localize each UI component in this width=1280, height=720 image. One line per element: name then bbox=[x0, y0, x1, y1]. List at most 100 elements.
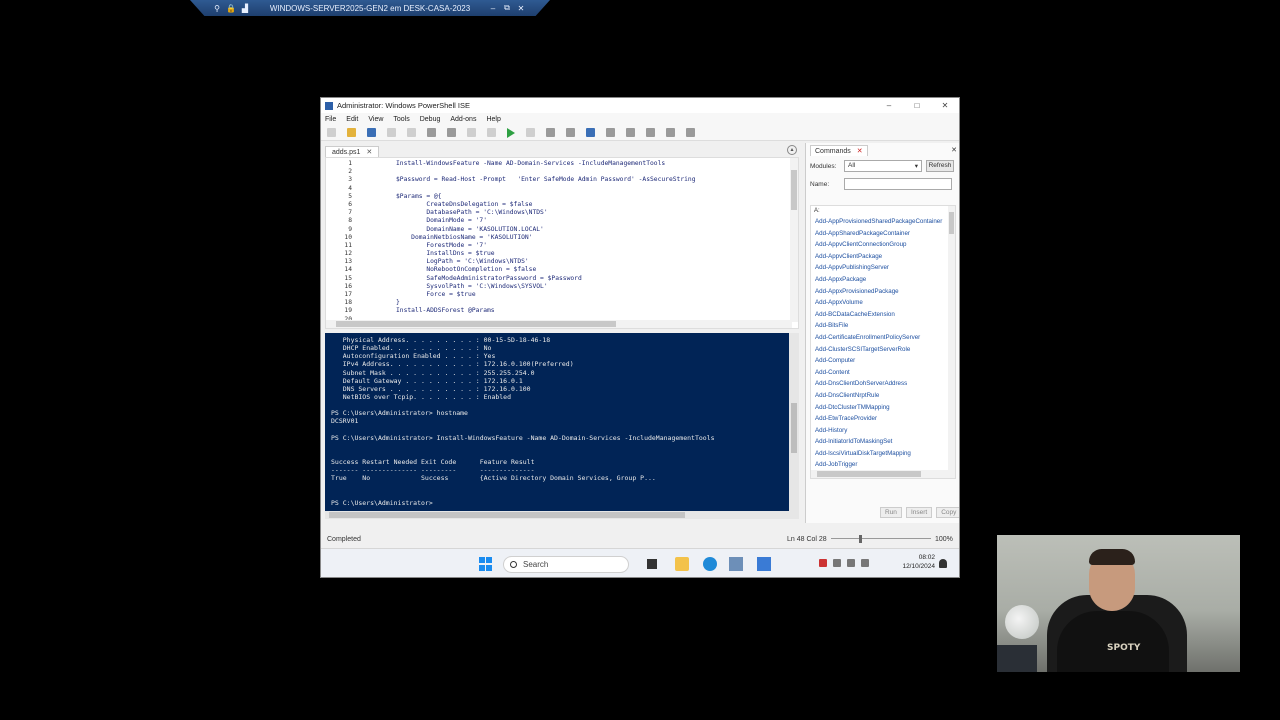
insert-button[interactable]: Insert bbox=[905, 507, 933, 518]
command-item[interactable]: Add-AppvClientConnectionGroup bbox=[811, 239, 955, 251]
command-item[interactable]: Add-CertificateEnrollmentPolicyServer bbox=[811, 332, 955, 344]
lock-icon[interactable]: 🔒 bbox=[226, 4, 236, 13]
code-line[interactable]: DomainName = 'KASOLUTION.LOCAL' bbox=[396, 226, 796, 234]
code-line[interactable]: Force = $true bbox=[396, 291, 796, 299]
command-item[interactable]: Add-IscsiVirtualDiskTargetMapping bbox=[811, 448, 955, 460]
network-icon[interactable] bbox=[847, 559, 855, 567]
file-explorer-icon[interactable] bbox=[675, 557, 689, 571]
volume-icon[interactable] bbox=[861, 559, 869, 567]
minimize-button[interactable]: ‒ bbox=[875, 101, 903, 110]
menu-debug[interactable]: Debug bbox=[420, 116, 441, 123]
code-line[interactable]: $Password = Read-Host -Prompt 'Enter Saf… bbox=[396, 176, 796, 184]
command-item[interactable]: Add-EtwTraceProvider bbox=[811, 413, 955, 425]
code-line[interactable] bbox=[396, 168, 796, 176]
save-icon[interactable] bbox=[367, 128, 376, 137]
close-button[interactable]: ✕ bbox=[931, 101, 959, 110]
code-line[interactable]: SafeModeAdministratorPassword = $Passwor… bbox=[396, 275, 796, 283]
vm-restore-button[interactable]: ⧉ bbox=[500, 3, 514, 13]
command-item[interactable]: Add-InitiatorIdToMaskingSet bbox=[811, 436, 955, 448]
tab-close-icon[interactable]: ✕ bbox=[366, 148, 372, 156]
powershell-console-icon[interactable] bbox=[586, 128, 595, 137]
new-file-icon[interactable] bbox=[327, 128, 336, 137]
task-view-icon[interactable] bbox=[647, 559, 657, 569]
console-pane[interactable]: Physical Address. . . . . . . . . : 00-1… bbox=[325, 333, 799, 519]
command-item[interactable]: Add-Computer bbox=[811, 355, 955, 367]
server-manager-icon[interactable] bbox=[729, 557, 743, 571]
commands-list[interactable]: A: Add-AppProvisionedSharedPackageContai… bbox=[810, 205, 956, 479]
code-line[interactable]: NoRebootOnCompletion = $false bbox=[396, 266, 796, 274]
menu-view[interactable]: View bbox=[368, 116, 383, 123]
code-line[interactable]: CreateDnsDelegation = $false bbox=[396, 201, 796, 209]
command-item[interactable]: Add-AppxVolume bbox=[811, 297, 955, 309]
vm-close-button[interactable]: ✕ bbox=[514, 4, 528, 13]
collapse-script-pane-icon[interactable]: ▴ bbox=[787, 145, 797, 155]
menu-edit[interactable]: Edit bbox=[346, 116, 358, 123]
command-item[interactable]: Add-Content bbox=[811, 367, 955, 379]
code-line[interactable]: Install-WindowsFeature -Name AD-Domain-S… bbox=[396, 160, 796, 168]
powershell-ise-taskbar-icon[interactable] bbox=[757, 557, 771, 571]
commands-vertical-scrollbar[interactable] bbox=[948, 206, 955, 472]
tab-adds-ps1[interactable]: adds.ps1 ✕ bbox=[325, 146, 380, 157]
command-item[interactable]: Add-AppxPackage bbox=[811, 274, 955, 286]
stop-icon[interactable] bbox=[546, 128, 555, 137]
code-line[interactable]: SysvolPath = 'C:\Windows\SYSVOL' bbox=[396, 283, 796, 291]
code-line[interactable]: } bbox=[396, 299, 796, 307]
maximize-button[interactable]: □ bbox=[903, 101, 931, 110]
copy-icon[interactable] bbox=[407, 128, 416, 137]
refresh-button[interactable]: Refresh bbox=[926, 160, 954, 172]
script-code[interactable]: Install-WindowsFeature -Name AD-Domain-S… bbox=[396, 160, 796, 324]
command-item[interactable]: Add-DnsClientNrptRule bbox=[811, 390, 955, 402]
start-icon[interactable] bbox=[479, 557, 493, 571]
code-line[interactable]: LogPath = 'C:\Windows\NTDS' bbox=[396, 258, 796, 266]
pin-icon[interactable]: ⚲ bbox=[212, 4, 222, 13]
run-selection-icon[interactable] bbox=[526, 128, 535, 137]
command-item[interactable]: Add-AppProvisionedSharedPackageContainer bbox=[811, 216, 955, 228]
vm-minimize-button[interactable]: ‒ bbox=[486, 4, 500, 13]
open-folder-icon[interactable] bbox=[347, 128, 356, 137]
zoom-slider[interactable] bbox=[831, 538, 931, 539]
editor-horizontal-scrollbar[interactable] bbox=[326, 320, 792, 328]
edge-icon[interactable] bbox=[703, 557, 717, 571]
code-line[interactable]: DomainMode = '7' bbox=[396, 217, 796, 225]
command-item[interactable]: Add-AppSharedPackageContainer bbox=[811, 228, 955, 240]
copy-button[interactable]: Copy bbox=[936, 507, 959, 518]
command-item[interactable]: Add-DnsClientDohServerAddress bbox=[811, 378, 955, 390]
commands-horizontal-scrollbar[interactable] bbox=[811, 470, 955, 478]
tab-commands[interactable]: Commands ✕ bbox=[810, 144, 868, 156]
cut-icon[interactable] bbox=[387, 128, 396, 137]
menu-tools[interactable]: Tools bbox=[393, 116, 409, 123]
command-item[interactable]: Add-ClusterSCSITargetServerRole bbox=[811, 344, 955, 356]
layout-top-icon[interactable] bbox=[606, 128, 615, 137]
notification-icon[interactable] bbox=[939, 559, 947, 568]
command-item[interactable]: Add-BitsFile bbox=[811, 320, 955, 332]
taskbar-search[interactable]: Search bbox=[503, 556, 629, 573]
layout-max-icon[interactable] bbox=[646, 128, 655, 137]
modules-select[interactable]: All ▾ bbox=[844, 160, 922, 172]
console-horizontal-scrollbar[interactable] bbox=[325, 511, 799, 519]
paste-icon[interactable] bbox=[427, 128, 436, 137]
defender-icon[interactable] bbox=[819, 559, 827, 567]
clock[interactable]: 08:02 12/10/2024 bbox=[893, 553, 935, 571]
chevron-up-icon[interactable] bbox=[833, 559, 841, 567]
script-editor[interactable]: 1234567891011121314151617181920 Install-… bbox=[325, 157, 799, 329]
menu-file[interactable]: File bbox=[325, 116, 336, 123]
code-line[interactable]: InstallDns = $true bbox=[396, 250, 796, 258]
code-line[interactable]: Install-ADDSForest @Params bbox=[396, 307, 796, 315]
layout-right-icon[interactable] bbox=[626, 128, 635, 137]
show-commands-icon[interactable] bbox=[686, 128, 695, 137]
command-item[interactable]: Add-AppvPublishingServer bbox=[811, 262, 955, 274]
zoom-slider-thumb[interactable] bbox=[859, 535, 862, 543]
redo-icon[interactable] bbox=[487, 128, 496, 137]
commands-tab-close-icon[interactable]: ✕ bbox=[857, 148, 863, 155]
commands-pane-close-icon[interactable]: ✕ bbox=[951, 146, 957, 154]
code-line[interactable]: DatabasePath = 'C:\Windows\NTDS' bbox=[396, 209, 796, 217]
run-script-icon[interactable] bbox=[507, 127, 515, 138]
clear-icon[interactable] bbox=[447, 128, 456, 137]
command-item[interactable]: Add-AppvClientPackage bbox=[811, 251, 955, 263]
undo-icon[interactable] bbox=[467, 128, 476, 137]
command-item[interactable]: Add-History bbox=[811, 425, 955, 437]
console-output[interactable]: Physical Address. . . . . . . . . : 00-1… bbox=[331, 336, 715, 507]
command-item[interactable]: Add-BCDataCacheExtension bbox=[811, 309, 955, 321]
console-vertical-scrollbar[interactable] bbox=[789, 333, 799, 511]
code-line[interactable] bbox=[396, 185, 796, 193]
